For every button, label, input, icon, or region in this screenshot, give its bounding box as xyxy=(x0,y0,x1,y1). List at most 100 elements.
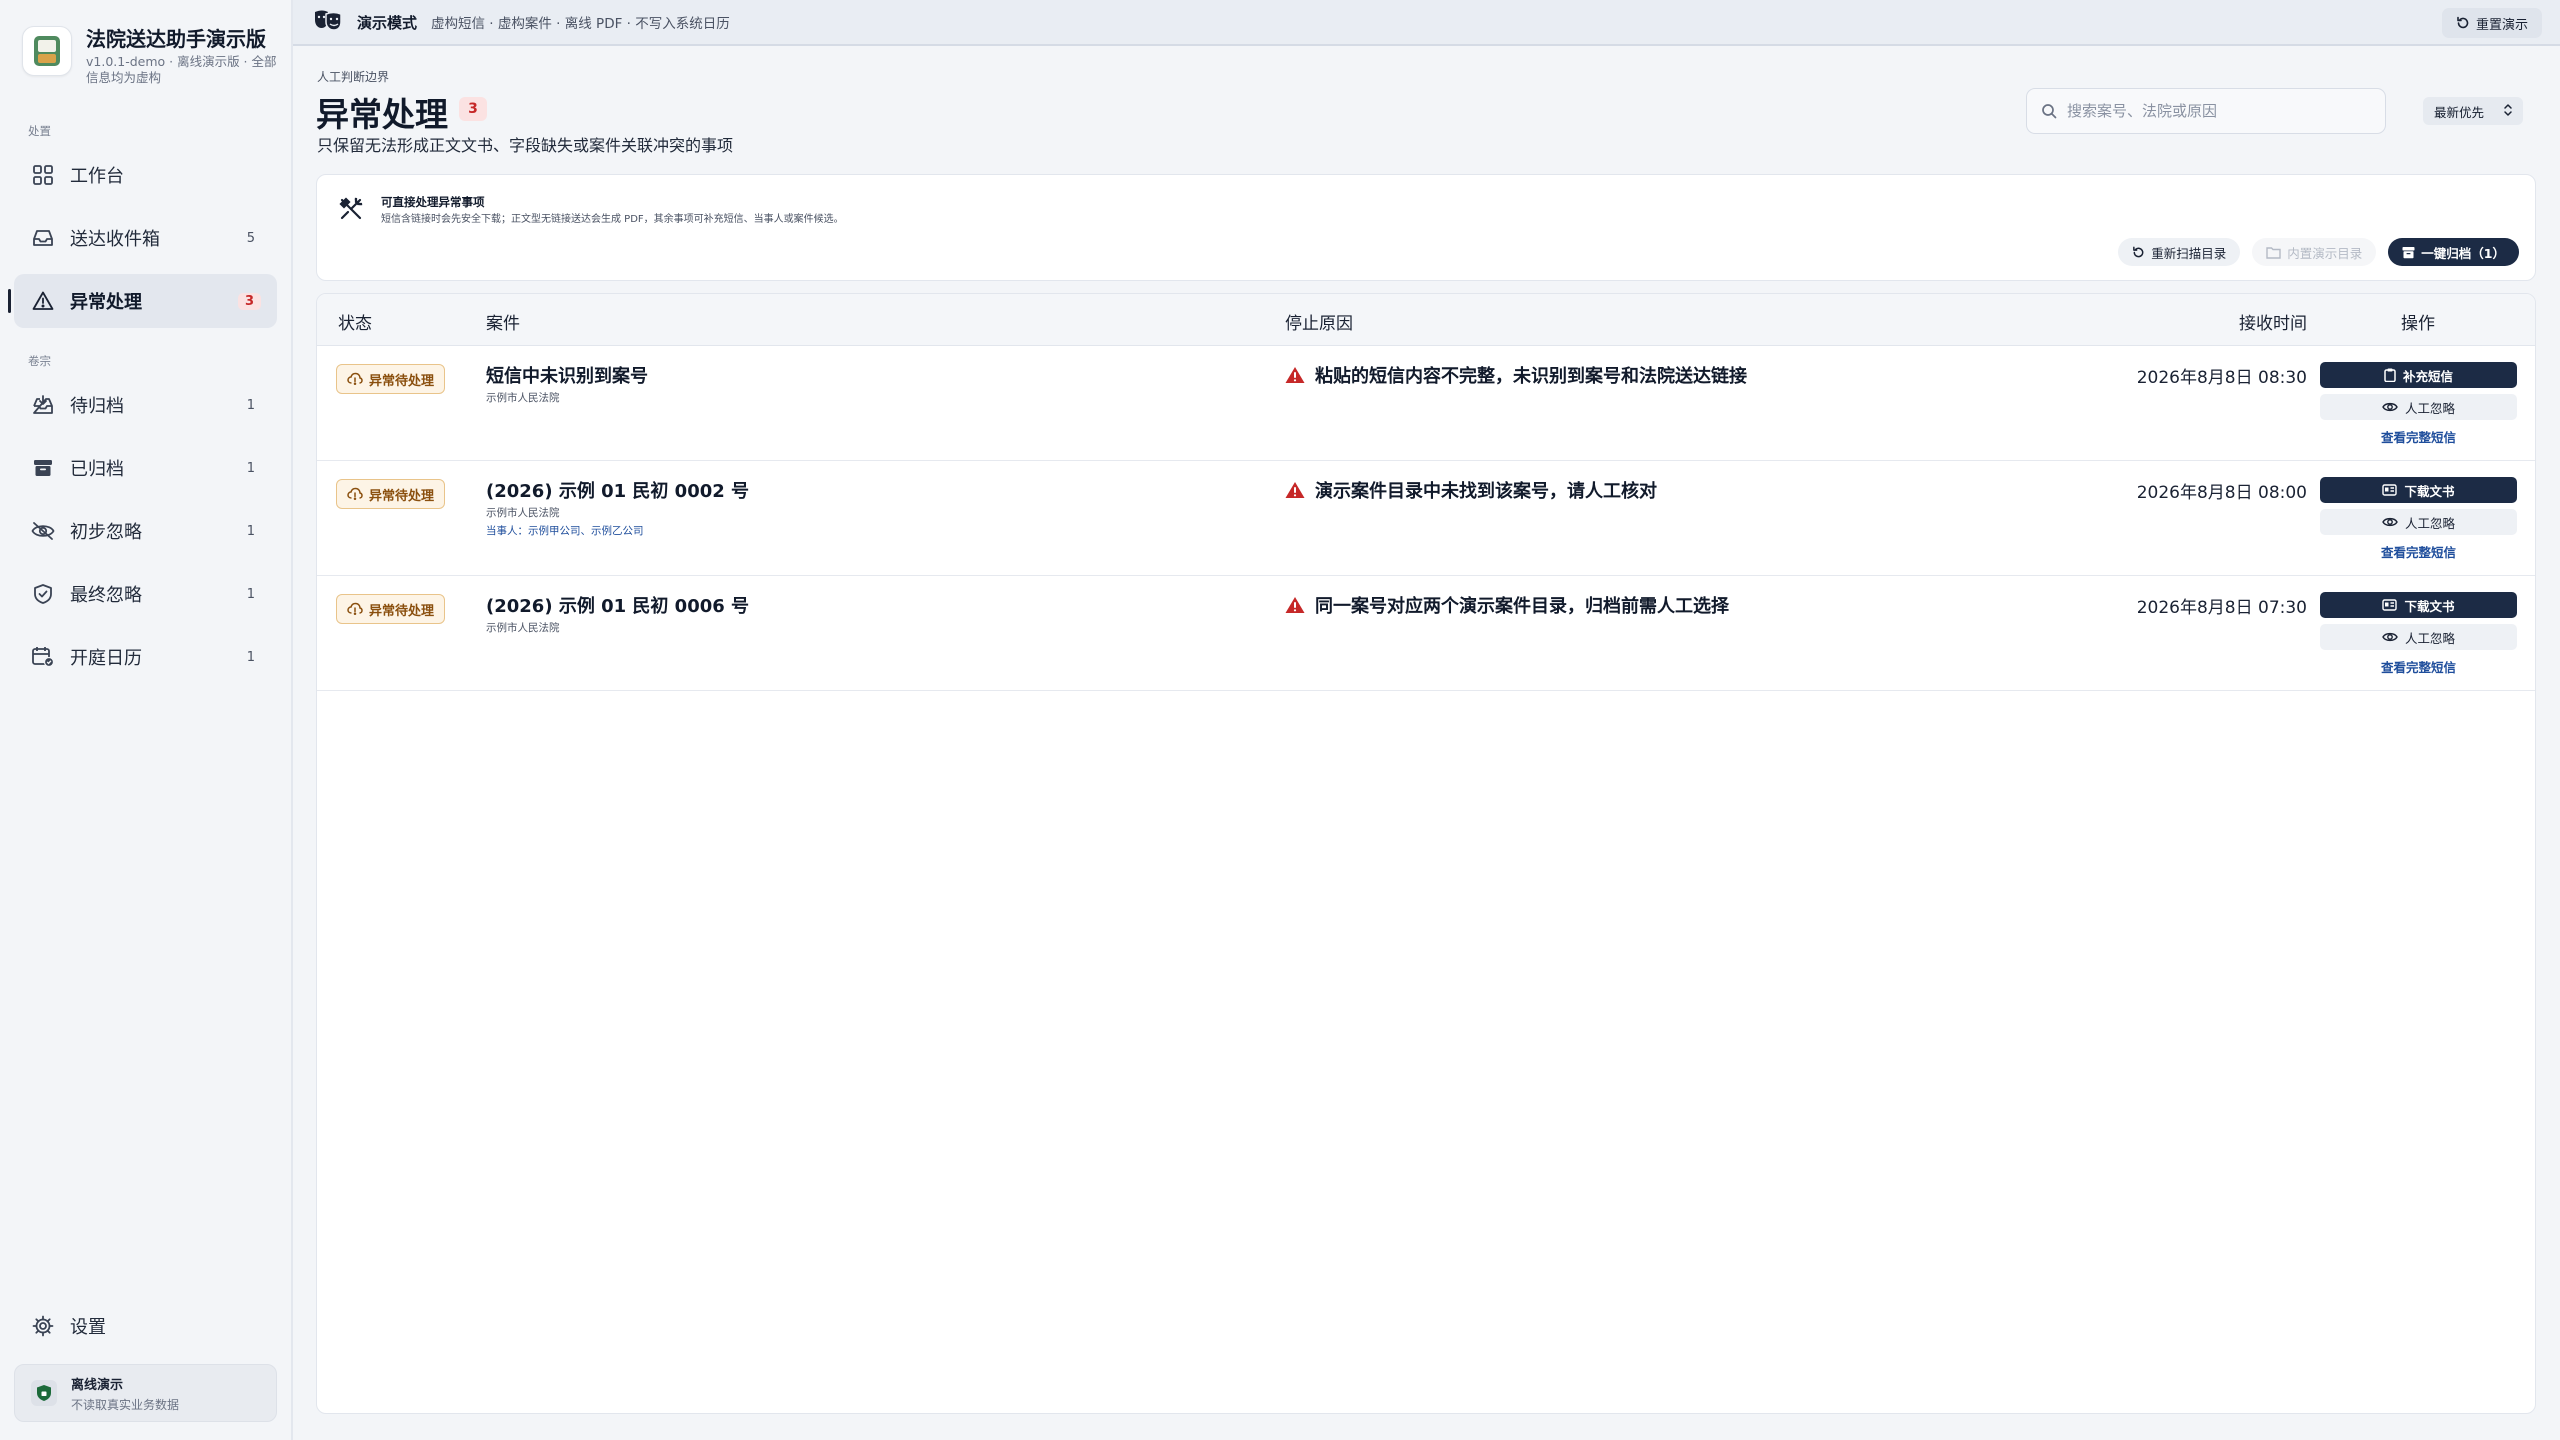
sidebar-item-label: 最终忽略 xyxy=(70,585,142,606)
sidebar-item-label: 工作台 xyxy=(70,166,124,187)
manual-ignore-button[interactable]: 人工忽略 xyxy=(2320,509,2517,535)
reset-demo-button[interactable]: 重置演示 xyxy=(2441,8,2542,38)
archive-icon xyxy=(2402,246,2415,258)
cloud-alert-icon xyxy=(347,372,363,386)
sidebar-item-label: 送达收件箱 xyxy=(70,229,160,250)
exceptions-table: 状态 案件 停止原因 接收时间 操作 异常待处理 短信中未识别到案号 示例市人民… xyxy=(316,293,2536,1414)
archive-all-button[interactable]: 一键归档（1） xyxy=(2388,238,2519,266)
page-subtitle: 只保留无法形成正文文书、字段缺失或案件关联冲突的事项 xyxy=(317,136,734,155)
download-document-button[interactable]: 下载文书 xyxy=(2320,477,2517,503)
builtin-demo-directory-button[interactable]: 内置演示目录 xyxy=(2252,238,2377,266)
clipboard-icon xyxy=(2384,368,2396,382)
manual-ignore-button[interactable]: 人工忽略 xyxy=(2320,624,2517,650)
column-header-reason: 停止原因 xyxy=(1285,314,1353,334)
supplement-sms-button[interactable]: 补充短信 xyxy=(2320,362,2517,388)
sidebar-item-archived[interactable]: 已归档 1 xyxy=(14,441,277,495)
section-label-handle: 处置 xyxy=(28,124,51,138)
app-title: 法院送达助手演示版 xyxy=(86,27,266,51)
document-card-icon xyxy=(2382,599,2398,611)
grid-icon xyxy=(30,162,56,188)
document-card-icon xyxy=(2382,484,2398,496)
app-logo-icon xyxy=(22,26,72,76)
sidebar-item-count: 3 xyxy=(237,292,261,310)
case-title: (2026) 示例 01 民初 0002 号 xyxy=(486,481,750,502)
received-time: 2026年8月8日 07:30 xyxy=(2136,598,2307,618)
page-eyebrow: 人工判断边界 xyxy=(317,70,390,84)
shield-icon xyxy=(31,1380,57,1406)
calendar-icon xyxy=(30,644,56,670)
download-document-button[interactable]: 下载文书 xyxy=(2320,592,2517,618)
eye-icon xyxy=(2382,517,2398,527)
stop-reason-text: 粘贴的短信内容不完整，未识别到案号和法院送达链接 xyxy=(1315,366,1747,387)
sidebar-item-calendar[interactable]: 开庭日历 1 xyxy=(14,630,277,684)
status-badge: 异常待处理 xyxy=(336,594,446,624)
app-subtitle: v1.0.1-demo · 离线演示版 · 全部信息均为虚构 xyxy=(86,54,277,85)
info-description: 短信含链接时会先安全下载；正文型无链接送达会生成 PDF，其余事项可补充短信、当… xyxy=(381,214,844,225)
status-badge-label: 异常待处理 xyxy=(369,373,435,389)
eye-off-icon xyxy=(30,518,56,544)
sidebar-item-inbox[interactable]: 送达收件箱 5 xyxy=(14,211,277,265)
sidebar-item-final-ignore[interactable]: 最终忽略 1 xyxy=(14,567,277,621)
warning-triangle-icon xyxy=(1285,482,1305,498)
reset-demo-label: 重置演示 xyxy=(2475,17,2528,33)
table-row: 异常待处理 (2026) 示例 01 民初 0002 号 示例市人民法院 当事人… xyxy=(317,461,2535,576)
status-badge-label: 异常待处理 xyxy=(369,603,435,619)
exception-count-badge: 3 xyxy=(459,97,487,121)
refresh-icon xyxy=(2457,16,2469,29)
folder-icon xyxy=(2266,246,2281,259)
view-full-sms-link[interactable]: 查看完整短信 xyxy=(2320,542,2517,561)
sort-select-value: 最新优先 xyxy=(2434,104,2485,120)
warning-triangle-icon xyxy=(1285,367,1305,383)
case-court: 示例市人民法院 xyxy=(486,622,560,634)
sidebar-item-count: 1 xyxy=(246,397,255,413)
demo-mode-banner: 演示模式 虚构短信 · 虚构案件 · 离线 PDF · 不写入系统日历 重置演示 xyxy=(293,0,2560,46)
status-badge: 异常待处理 xyxy=(336,364,446,394)
sidebar-item-label: 异常处理 xyxy=(70,292,142,313)
case-court: 示例市人民法院 xyxy=(486,392,560,404)
offline-subtitle: 不读取真实业务数据 xyxy=(71,1397,180,1412)
sidebar-item-label: 待归档 xyxy=(70,396,124,417)
sort-select[interactable]: 最新优先 xyxy=(2423,97,2523,125)
rescan-directory-button[interactable]: 重新扫描目录 xyxy=(2118,238,2241,266)
info-card: 可直接处理异常事项 短信含链接时会先安全下载；正文型无链接送达会生成 PDF，其… xyxy=(316,174,2536,281)
rescan-directory-label: 重新扫描目录 xyxy=(2151,245,2227,261)
download-document-label: 下载文书 xyxy=(2404,483,2455,499)
search-icon xyxy=(2042,104,2057,119)
column-header-time: 接收时间 xyxy=(2239,314,2307,334)
status-badge-label: 异常待处理 xyxy=(369,488,435,504)
column-header-case: 案件 xyxy=(486,314,520,334)
sidebar-item-to-archive[interactable]: 待归档 1 xyxy=(14,378,277,432)
refresh-icon xyxy=(2133,246,2144,257)
stop-reason-text: 同一案号对应两个演示案件目录，归档前需人工选择 xyxy=(1315,596,1729,617)
tray-icon xyxy=(30,392,56,418)
sidebar-item-label: 初步忽略 xyxy=(70,522,142,543)
brand: 法院送达助手演示版 v1.0.1-demo · 离线演示版 · 全部信息均为虚构 xyxy=(22,26,286,86)
status-badge: 异常待处理 xyxy=(336,479,446,509)
stop-reason-text: 演示案件目录中未找到该案号，请人工核对 xyxy=(1315,481,1657,502)
sidebar-item-count: 1 xyxy=(246,460,255,476)
stop-reason: 同一案号对应两个演示案件目录，归档前需人工选择 xyxy=(1285,592,1729,618)
download-document-label: 下载文书 xyxy=(2404,598,2455,614)
manual-ignore-button[interactable]: 人工忽略 xyxy=(2320,394,2517,420)
sidebar: 法院送达助手演示版 v1.0.1-demo · 离线演示版 · 全部信息均为虚构… xyxy=(0,0,293,1440)
received-time: 2026年8月8日 08:00 xyxy=(2136,483,2307,503)
table-row: 异常待处理 (2026) 示例 01 民初 0006 号 示例市人民法院 同一案… xyxy=(317,576,2535,691)
sidebar-item-exceptions[interactable]: 异常处理 3 xyxy=(8,274,277,328)
sidebar-item-workbench[interactable]: 工作台 xyxy=(14,148,277,202)
table-row: 异常待处理 短信中未识别到案号 示例市人民法院 粘贴的短信内容不完整，未识别到案… xyxy=(317,346,2535,461)
search-input[interactable] xyxy=(2067,102,2367,120)
sidebar-item-count: 5 xyxy=(246,230,255,246)
column-header-actions: 操作 xyxy=(2401,314,2435,334)
offline-title: 离线演示 xyxy=(71,1377,124,1393)
manual-ignore-label: 人工忽略 xyxy=(2404,630,2455,646)
sidebar-item-initial-ignore[interactable]: 初步忽略 1 xyxy=(14,504,277,558)
view-full-sms-link[interactable]: 查看完整短信 xyxy=(2320,427,2517,446)
search-box[interactable] xyxy=(2026,88,2386,134)
demo-mode-label: 演示模式 xyxy=(357,13,418,32)
sidebar-item-settings[interactable]: 设置 xyxy=(14,1299,277,1353)
stop-reason: 粘贴的短信内容不完整，未识别到案号和法院送达链接 xyxy=(1285,362,1747,388)
sidebar-item-label: 设置 xyxy=(70,1317,106,1338)
sidebar-item-count: 1 xyxy=(246,586,255,602)
demo-mode-description: 虚构短信 · 虚构案件 · 离线 PDF · 不写入系统日历 xyxy=(431,16,730,32)
view-full-sms-link[interactable]: 查看完整短信 xyxy=(2320,657,2517,676)
